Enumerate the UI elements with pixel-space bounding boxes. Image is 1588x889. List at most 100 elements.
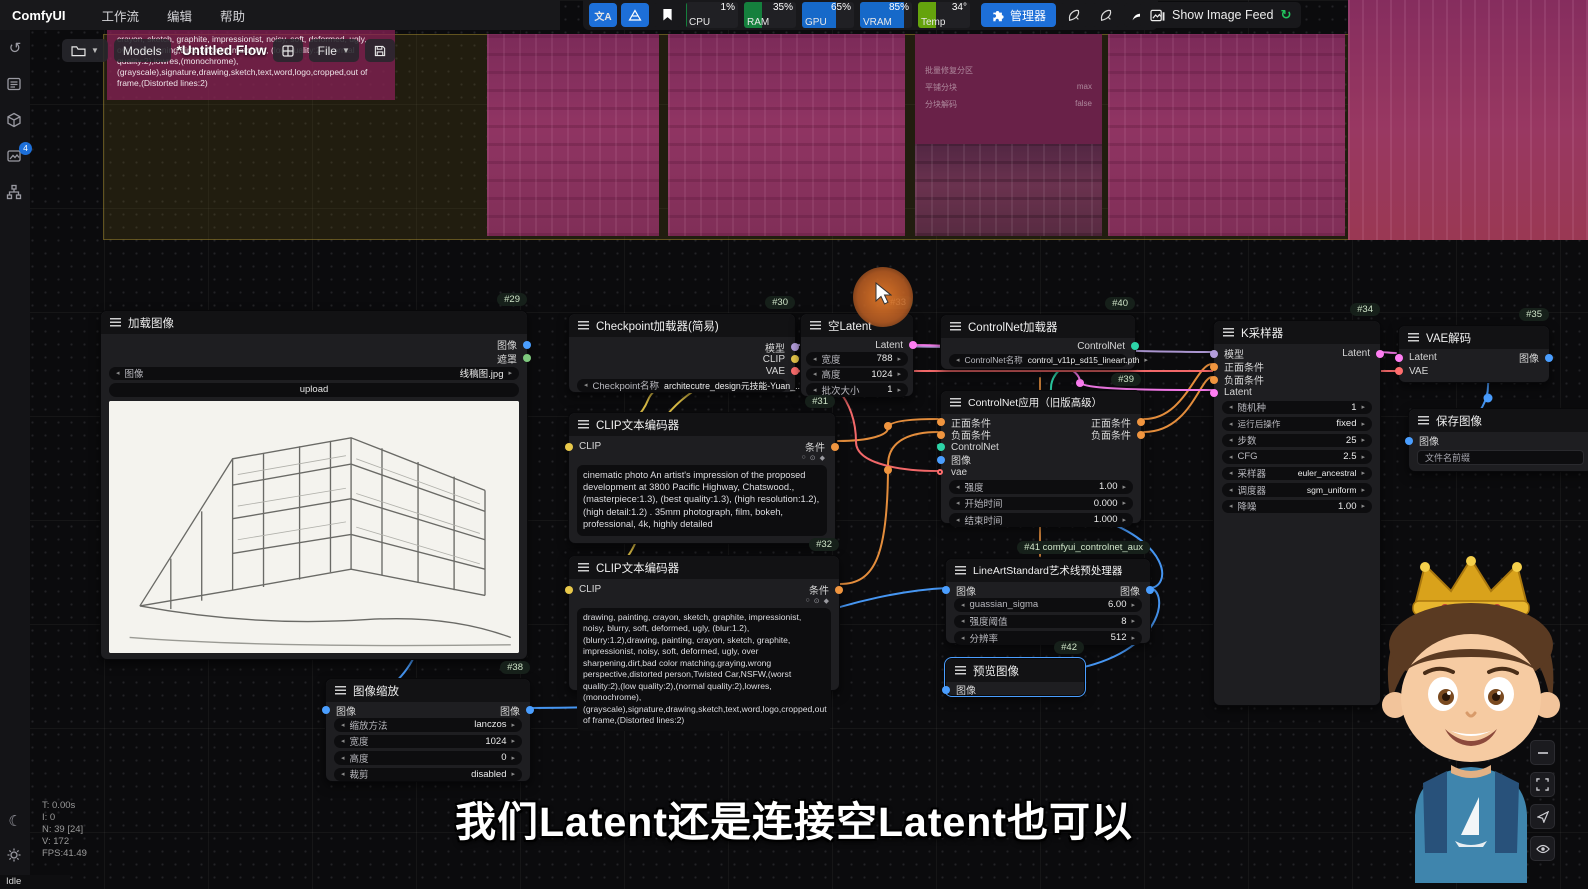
collapse-panel-button[interactable] [1530, 740, 1555, 765]
scheduler-widget[interactable]: ◂调度器sgm_uniform▸ [1222, 483, 1372, 497]
node-header[interactable]: VAE解码 [1399, 326, 1549, 349]
refresh-icon[interactable]: ↻ [1280, 7, 1291, 23]
control-after-generate-widget[interactable]: ◂运行后操作fixed▸ [1222, 417, 1372, 431]
selected-image-node[interactable] [1348, 0, 1588, 240]
next-arrow-icon[interactable]: ▸ [1131, 634, 1135, 642]
collapse-icon[interactable] [1223, 328, 1234, 337]
queue-log-icon[interactable] [6, 76, 24, 94]
next-arrow-icon[interactable]: ▸ [1361, 486, 1365, 494]
intensity-threshold-widget[interactable]: ◂强度阈值8▸ [954, 615, 1142, 629]
model-library-icon[interactable] [6, 112, 24, 130]
next-arrow-icon[interactable]: ▸ [511, 737, 515, 745]
notification-horn-button-2[interactable] [1092, 3, 1120, 27]
node-header[interactable]: ControlNet应用（旧版高级） [941, 391, 1141, 414]
node-header[interactable]: Checkpoint加载器(简易) [569, 314, 795, 337]
prev-arrow-icon[interactable]: ◂ [584, 381, 588, 389]
node-lineart-preprocessor[interactable]: #41 comfyui_controlnet_aux LineArtStanda… [945, 558, 1151, 644]
input-port-positive[interactable] [937, 418, 945, 426]
collapse-icon[interactable] [110, 318, 121, 327]
upload-button[interactable]: upload [109, 383, 519, 397]
node-controlnet-loader[interactable]: #40 ControlNet加载器 ControlNet ◂ControlNet… [940, 314, 1136, 370]
start-percent-widget[interactable]: ◂开始时间0.000▸ [949, 497, 1133, 511]
input-port-model[interactable] [1210, 350, 1218, 358]
output-port-controlnet[interactable] [1131, 342, 1139, 350]
prev-arrow-icon[interactable]: ◂ [341, 721, 345, 729]
output-port-latent[interactable] [1376, 350, 1384, 358]
next-arrow-icon[interactable]: ▸ [1361, 420, 1365, 428]
prev-arrow-icon[interactable]: ◂ [1229, 420, 1233, 428]
next-arrow-icon[interactable]: ▸ [1361, 436, 1365, 444]
output-port-conditioning[interactable] [831, 443, 839, 451]
next-arrow-icon[interactable]: ▸ [1361, 502, 1365, 510]
controlnet-name-widget[interactable]: ◂ControlNet名称control_v11p_sd15_lineart.p… [949, 354, 1127, 368]
show-image-feed-button[interactable]: Show Image Feed ↻ [1140, 2, 1301, 28]
input-port-negative[interactable] [1210, 376, 1218, 384]
upscale-method-widget[interactable]: ◂缩放方法lanczos▸ [334, 718, 522, 732]
collapse-icon[interactable] [335, 686, 346, 695]
width-widget[interactable]: ◂宽度1024▸ [334, 735, 522, 749]
prev-arrow-icon[interactable]: ◂ [341, 754, 345, 762]
prev-arrow-icon[interactable]: ◂ [961, 617, 965, 625]
collapse-icon[interactable] [578, 321, 589, 330]
collapse-icon[interactable] [955, 566, 966, 575]
prev-arrow-icon[interactable]: ◂ [1229, 486, 1233, 494]
output-port-conditioning[interactable] [835, 586, 843, 594]
selected-image-node[interactable] [1108, 34, 1345, 236]
node-ksampler[interactable]: #34 K采样器 模型Latent 正面条件 负面条件 Latent ◂随机种1… [1213, 320, 1381, 706]
history-icon[interactable]: ↺ [6, 40, 24, 58]
output-port-positive[interactable] [1137, 418, 1145, 426]
input-port-positive[interactable] [1210, 363, 1218, 371]
prev-arrow-icon[interactable]: ◂ [956, 356, 960, 364]
input-port-clip[interactable] [565, 443, 573, 451]
selected-image-node[interactable] [668, 34, 905, 236]
next-arrow-icon[interactable]: ▸ [1361, 403, 1365, 411]
input-port-vae[interactable] [1395, 367, 1403, 375]
node-header[interactable]: 图像缩放 [326, 679, 530, 702]
open-folder-button[interactable]: ▼ [62, 39, 108, 62]
width-widget[interactable]: ◂宽度788▸ [806, 352, 908, 366]
collapse-icon[interactable] [1408, 333, 1419, 342]
next-arrow-icon[interactable]: ▸ [1144, 356, 1148, 364]
next-arrow-icon[interactable]: ▸ [1131, 601, 1135, 609]
prev-arrow-icon[interactable]: ◂ [961, 601, 965, 609]
input-port-image[interactable] [937, 456, 945, 464]
node-clip-text-encode-positive[interactable]: #31 CLIP文本编码器 CLIP条件 ○⊙◆ cinematic photo… [568, 412, 836, 544]
prev-arrow-icon[interactable]: ◂ [1229, 453, 1233, 461]
prev-arrow-icon[interactable]: ◂ [813, 370, 817, 378]
template-button[interactable] [621, 3, 649, 27]
output-port-image[interactable] [1146, 586, 1154, 594]
translate-button[interactable]: 文A [589, 3, 617, 27]
filename-prefix-input[interactable]: 文件名前缀 [1417, 450, 1584, 465]
next-arrow-icon[interactable]: ▸ [897, 355, 901, 363]
input-port-clip[interactable] [565, 586, 573, 594]
node-checkpoint-loader[interactable]: #30 Checkpoint加载器(简易) 模型 CLIP VAE ◂Check… [568, 313, 796, 393]
prev-arrow-icon[interactable]: ◂ [813, 355, 817, 363]
output-port-image[interactable] [1545, 354, 1553, 362]
prev-arrow-icon[interactable]: ◂ [956, 499, 960, 507]
next-arrow-icon[interactable]: ▸ [1361, 469, 1365, 477]
input-port-controlnet[interactable] [937, 443, 945, 451]
collapse-icon[interactable] [578, 420, 589, 429]
prev-arrow-icon[interactable]: ◂ [956, 516, 960, 524]
output-port-negative[interactable] [1137, 431, 1145, 439]
seed-widget[interactable]: ◂随机种1▸ [1222, 401, 1372, 415]
output-port-latent[interactable] [909, 341, 917, 349]
node-header[interactable]: CLIP文本编码器 [569, 556, 839, 579]
prev-arrow-icon[interactable]: ◂ [961, 634, 965, 642]
gaussian-sigma-widget[interactable]: ◂guassian_sigma6.00▸ [954, 598, 1142, 612]
input-port-vae[interactable] [937, 469, 943, 475]
input-port-image[interactable] [1405, 437, 1413, 445]
prompt-textarea[interactable]: drawing, painting, crayon, sketch, graph… [577, 608, 831, 731]
notification-horn-button[interactable] [1060, 3, 1088, 27]
checkpoint-name-widget[interactable]: ◂Checkpoint名称architecutre_design元技能-Yuan… [577, 379, 787, 393]
node-header[interactable]: 保存图像 [1409, 409, 1588, 432]
menu-workflow[interactable]: 工作流 [91, 2, 149, 29]
next-arrow-icon[interactable]: ▸ [1361, 453, 1365, 461]
next-arrow-icon[interactable]: ▸ [511, 721, 515, 729]
collapse-icon[interactable] [950, 322, 961, 331]
save-workflow-button[interactable] [365, 39, 395, 62]
height-widget[interactable]: ◂高度0▸ [334, 751, 522, 765]
output-port-clip[interactable] [791, 355, 799, 363]
image-select-widget[interactable]: ◂图像线稿图.jpg▸ [109, 367, 519, 381]
next-arrow-icon[interactable]: ▸ [511, 770, 515, 778]
